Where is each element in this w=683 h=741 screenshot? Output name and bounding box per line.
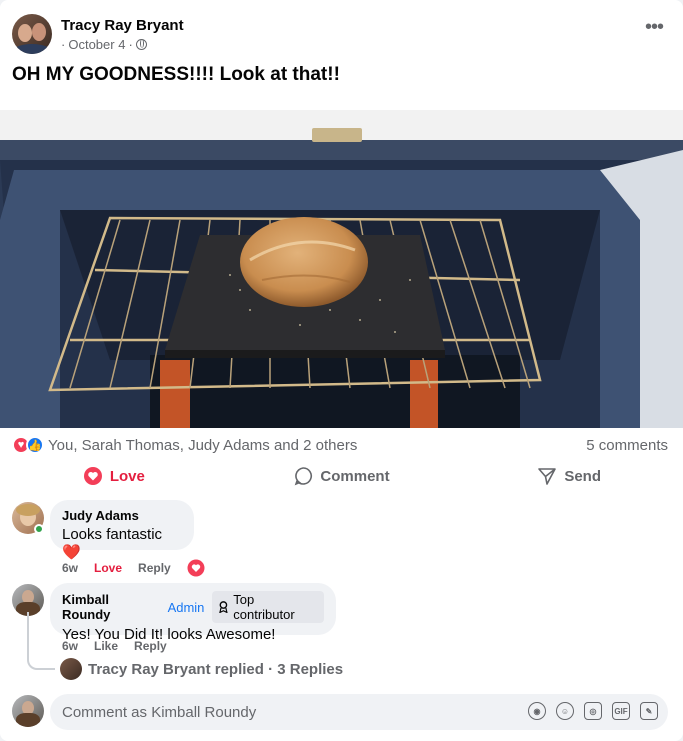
- emoji-icon[interactable]: ☺: [556, 702, 574, 720]
- thread-line: [27, 612, 55, 670]
- post-photo[interactable]: [0, 110, 683, 428]
- post-header: Tracy Ray Bryant · October 4 ·: [12, 14, 184, 54]
- comment-icon: [295, 467, 313, 486]
- comment-button[interactable]: Comment: [228, 458, 456, 494]
- send-icon: [538, 468, 557, 485]
- love-label: Love: [109, 467, 145, 485]
- comment-love-button[interactable]: Love: [94, 561, 122, 575]
- reaction-stats: ♥ 👍 You, Sarah Thomas, Judy Adams and 2 …: [12, 436, 668, 454]
- comment-text: Looks fantastic ❤️: [62, 526, 163, 561]
- more-options-icon[interactable]: •••: [645, 17, 664, 37]
- post-card: Tracy Ray Bryant · October 4 · ••• OH MY…: [0, 0, 683, 741]
- author-name[interactable]: Tracy Ray Bryant: [61, 17, 184, 34]
- send-button[interactable]: Send: [455, 458, 683, 494]
- comment-age[interactable]: 6w: [62, 639, 78, 653]
- top-contributor-badge: Top contributor: [212, 591, 324, 623]
- commenter-name[interactable]: Kimball Roundy: [62, 592, 160, 622]
- comment-reply-button[interactable]: Reply: [134, 639, 167, 653]
- ribbon-icon: [219, 601, 229, 613]
- meta-sep-2: ·: [128, 36, 133, 52]
- comment-age[interactable]: 6w: [62, 561, 78, 575]
- replier-avatar: [60, 658, 82, 680]
- comments-count[interactable]: 5 comments: [586, 437, 668, 454]
- globe-icon: [135, 38, 147, 50]
- online-status-icon: [34, 524, 44, 534]
- comment-label: Comment: [320, 467, 390, 485]
- comment-actions: 6w Love Reply: [62, 559, 205, 577]
- view-replies[interactable]: Tracy Ray Bryant replied · 3 Replies: [60, 658, 343, 680]
- comment-composer: ◉ ☺ ◎ GIF ✎: [50, 694, 668, 730]
- comment-reply-button[interactable]: Reply: [138, 561, 171, 575]
- camera-icon[interactable]: ◎: [584, 702, 602, 720]
- meta-sep: ·: [61, 36, 66, 52]
- post-date[interactable]: October 4: [68, 37, 125, 52]
- top-contributor-label: Top contributor: [233, 592, 295, 622]
- comment-bubble: Kimball Roundy Admin Top contributor Yes…: [50, 583, 336, 643]
- avatar-sticker-icon[interactable]: ◉: [528, 702, 546, 720]
- love-button[interactable]: Love: [0, 458, 228, 494]
- love-reaction-icon[interactable]: [187, 559, 205, 577]
- commenter-name[interactable]: Judy Adams: [62, 508, 139, 523]
- composer-avatar[interactable]: [12, 695, 44, 727]
- replies-label: Tracy Ray Bryant replied · 3 Replies: [88, 660, 344, 678]
- author-avatar[interactable]: [12, 14, 52, 54]
- post-text: OH MY GOODNESS!!!! Look at that!!: [12, 64, 340, 85]
- post-actions: Love Comment Send: [0, 458, 683, 494]
- sticker-icon[interactable]: ✎: [640, 702, 658, 720]
- send-label: Send: [564, 467, 602, 485]
- comment-bubble: Judy Adams Looks fantastic ❤️: [50, 500, 194, 561]
- heart-icon: [83, 467, 102, 485]
- like-reaction-icon[interactable]: 👍: [26, 436, 44, 454]
- comment-like-button[interactable]: Like: [94, 639, 118, 653]
- admin-badge: Admin: [167, 599, 205, 615]
- gif-icon[interactable]: GIF: [612, 702, 630, 720]
- reaction-summary[interactable]: You, Sarah Thomas, Judy Adams and 2 othe…: [48, 437, 357, 454]
- comment-input[interactable]: [62, 694, 502, 730]
- comment-actions: 6w Like Reply: [62, 639, 167, 653]
